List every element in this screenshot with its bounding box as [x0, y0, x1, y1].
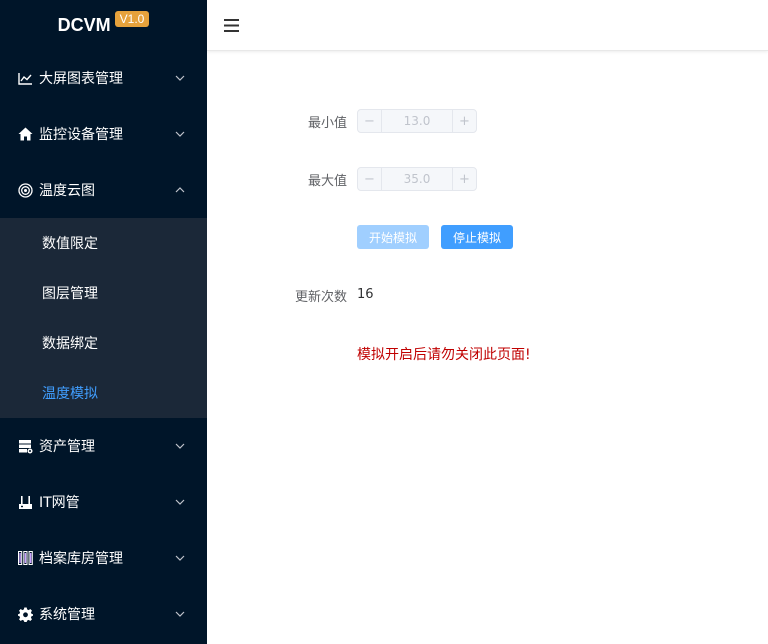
sidebar-item-archive-storage[interactable]: 档案库房管理: [0, 530, 207, 586]
target-icon: [18, 182, 33, 198]
sidebar-subitem-temperature-simulation[interactable]: 温度模拟: [0, 368, 207, 418]
min-value-label: 最小值: [307, 116, 347, 131]
top-header: [207, 0, 768, 51]
main-content: 最小值 − 13.0 + 最大值 − 35.0 + 开始模拟 停止模拟 更新次数…: [207, 51, 768, 644]
chevron-down-icon: [175, 499, 185, 505]
submenu-temperature-cloud: 数值限定 图层管理 数据绑定 温度模拟: [0, 218, 207, 418]
gear-icon: [18, 607, 33, 622]
chevron-down-icon: [175, 555, 185, 561]
increment-button[interactable]: +: [452, 168, 476, 190]
chevron-down-icon: [175, 75, 185, 81]
hamburger-icon[interactable]: [224, 19, 239, 32]
min-value-stepper[interactable]: − 13.0 +: [357, 109, 477, 133]
max-value-stepper[interactable]: − 35.0 +: [357, 167, 477, 191]
sidebar-item-temperature-cloud[interactable]: 温度云图: [0, 162, 207, 218]
sidebar-item-it-network[interactable]: IT网管: [0, 474, 207, 530]
sidebar-item-label: 资产管理: [39, 439, 95, 455]
chevron-down-icon: [175, 443, 185, 449]
min-value-input[interactable]: 13.0: [382, 110, 452, 132]
line-chart-icon: [18, 71, 33, 86]
sidebar-subitem-value-limits[interactable]: 数值限定: [0, 218, 207, 268]
sidebar-subitem-layer-management[interactable]: 图层管理: [0, 268, 207, 318]
archive-icon: [18, 551, 33, 566]
chevron-down-icon: [175, 131, 185, 137]
sidebar-item-label: 系统管理: [39, 607, 95, 623]
max-value-label: 最大值: [307, 174, 347, 189]
app-name: DCVM: [57, 14, 111, 35]
max-value-input[interactable]: 35.0: [382, 168, 452, 190]
sidebar-item-system[interactable]: 系统管理: [0, 586, 207, 642]
decrement-button[interactable]: −: [358, 168, 382, 190]
server-icon: [18, 439, 33, 454]
sidebar-item-label: IT网管: [39, 495, 80, 511]
app-logo[interactable]: DCVM V1.0: [0, 0, 207, 50]
start-simulation-button[interactable]: 开始模拟: [357, 225, 429, 249]
sidebar-item-assets[interactable]: 资产管理: [0, 418, 207, 474]
chevron-up-icon: [175, 187, 185, 193]
update-count-value: 16: [357, 287, 374, 302]
sidebar-item-label: 温度云图: [39, 183, 95, 199]
sidebar: DCVM V1.0 大屏图表管理 监控设备管理 温度云图 数值限定 图层管理 数…: [0, 0, 207, 644]
decrement-button[interactable]: −: [358, 110, 382, 132]
update-count-label: 更新次数: [294, 290, 347, 305]
version-badge: V1.0: [114, 11, 150, 27]
sidebar-subitem-data-binding[interactable]: 数据绑定: [0, 318, 207, 368]
sidebar-item-label: 监控设备管理: [39, 127, 123, 143]
router-icon: [18, 495, 33, 510]
warning-message: 模拟开启后请勿关闭此页面!: [357, 347, 531, 363]
chevron-down-icon: [175, 611, 185, 617]
sidebar-item-label: 档案库房管理: [39, 551, 123, 567]
sidebar-item-dashboard-charts[interactable]: 大屏图表管理: [0, 50, 207, 106]
sidebar-item-label: 大屏图表管理: [39, 71, 123, 87]
stop-simulation-button[interactable]: 停止模拟: [441, 225, 513, 249]
home-icon: [18, 127, 33, 142]
sidebar-item-monitoring-devices[interactable]: 监控设备管理: [0, 106, 207, 162]
increment-button[interactable]: +: [452, 110, 476, 132]
